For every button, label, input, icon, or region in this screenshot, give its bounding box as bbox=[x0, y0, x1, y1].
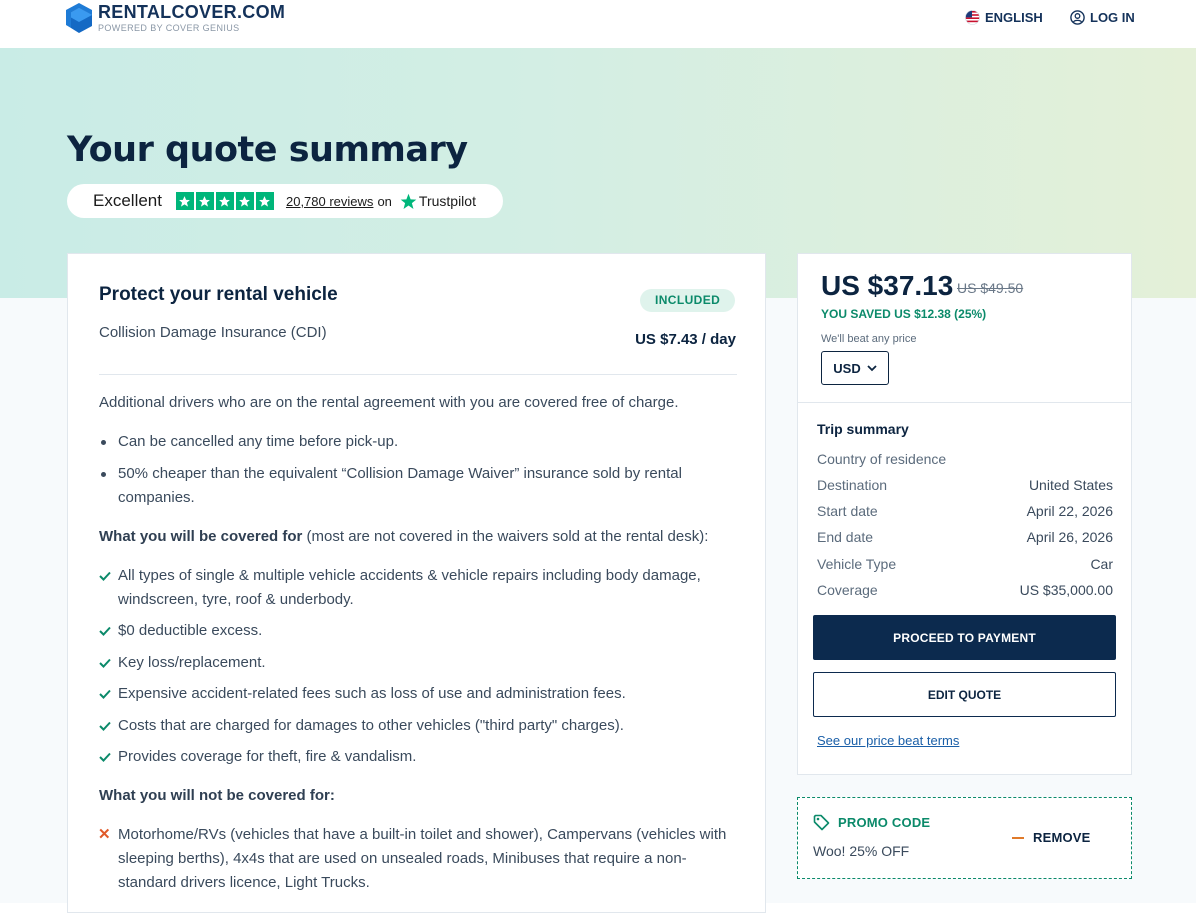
price-per-day: US $7.43 / day bbox=[635, 331, 736, 348]
trip-row: Vehicle Type Car bbox=[817, 556, 1113, 572]
brand-logo[interactable]: RENTALCOVER.COM POWERED BY COVER GENIUS bbox=[66, 3, 285, 33]
trip-row: Coverage US $35,000.00 bbox=[817, 582, 1113, 598]
trustpilot-brand: Trustpilot bbox=[418, 193, 476, 209]
coverage-title: Protect your rental vehicle bbox=[99, 284, 338, 305]
covered-item: Expensive accident-related fees such as … bbox=[99, 682, 739, 706]
chevron-down-icon bbox=[867, 364, 877, 371]
not-covered-item: ✕ Motorhome/RVs (vehicles that have a bu… bbox=[98, 823, 739, 895]
trustpilot-logo: Trustpilot bbox=[400, 193, 476, 210]
coverage-intro: Additional drivers who are on the rental… bbox=[99, 394, 679, 411]
covered-item: Costs that are charged for damages to ot… bbox=[99, 714, 739, 738]
brand-subtitle: POWERED BY COVER GENIUS bbox=[98, 23, 240, 33]
check-icon bbox=[99, 689, 111, 699]
cross-icon: ✕ bbox=[98, 826, 111, 843]
login-link[interactable]: LOG IN bbox=[1070, 10, 1135, 25]
covered-item: All types of single & multiple vehicle a… bbox=[99, 564, 739, 612]
check-icon bbox=[99, 658, 111, 668]
check-icon bbox=[99, 571, 111, 581]
covered-item: Key loss/replacement. bbox=[99, 651, 739, 675]
card-divider bbox=[99, 374, 737, 375]
promo-code-label: PROMO CODE bbox=[813, 814, 930, 831]
currency-select[interactable]: USD bbox=[821, 351, 889, 385]
star-icon bbox=[235, 192, 254, 210]
quote-summary-panel: US $37.13 US $49.50 YOU SAVED US $12.38 … bbox=[797, 253, 1132, 775]
user-icon bbox=[1070, 10, 1085, 25]
trustpilot-rating-word: Excellent bbox=[93, 191, 162, 210]
brand-name: RENTALCOVER.COM bbox=[98, 2, 286, 22]
savings-text: YOU SAVED US $12.38 (25%) bbox=[821, 307, 987, 321]
trip-summary-title: Trip summary bbox=[817, 421, 909, 437]
trustpilot-widget[interactable]: Excellent 20,780 reviews on Trustpilot bbox=[67, 184, 503, 218]
minus-icon bbox=[1012, 836, 1024, 839]
us-flag-icon bbox=[965, 10, 980, 25]
star-icon bbox=[195, 192, 214, 210]
covered-heading: What you will be covered for (most are n… bbox=[99, 528, 709, 545]
check-icon bbox=[99, 626, 111, 636]
currency-value: USD bbox=[833, 360, 861, 376]
trip-row: End date April 26, 2026 bbox=[817, 529, 1113, 545]
star-icon bbox=[215, 192, 234, 210]
price-beat-text: We'll beat any price bbox=[821, 333, 917, 345]
trustpilot-review-count[interactable]: 20,780 reviews bbox=[286, 194, 373, 209]
included-badge: INCLUDED bbox=[640, 289, 736, 312]
list-item: Can be cancelled any time before pick-up… bbox=[99, 430, 739, 454]
proceed-to-payment-button[interactable]: PROCEED TO PAYMENT bbox=[813, 615, 1116, 660]
site-header: RENTALCOVER.COM POWERED BY COVER GENIUS … bbox=[0, 0, 1196, 48]
trip-row: Country of residence bbox=[817, 451, 947, 467]
trip-row: Destination United States bbox=[817, 477, 1113, 493]
check-icon bbox=[99, 721, 111, 731]
summary-divider bbox=[798, 402, 1131, 403]
total-price: US $37.13 bbox=[821, 270, 954, 301]
bullet-icon bbox=[101, 472, 106, 477]
not-covered-heading: What you will not be covered for: bbox=[99, 787, 335, 804]
list-item: 50% cheaper than the equivalent “Collisi… bbox=[99, 462, 739, 510]
tag-icon bbox=[813, 814, 830, 831]
star-icon bbox=[175, 192, 194, 210]
page-title: Your quote summary bbox=[67, 130, 468, 170]
brand-mark-icon bbox=[66, 3, 92, 33]
edit-quote-button[interactable]: EDIT QUOTE bbox=[813, 672, 1116, 717]
coverage-card: Protect your rental vehicle Collision Da… bbox=[67, 253, 766, 913]
remove-promo-button[interactable]: REMOVE bbox=[1012, 830, 1091, 845]
trip-row: Start date April 22, 2026 bbox=[817, 503, 1113, 519]
check-icon bbox=[99, 752, 111, 762]
coverage-subtitle: Collision Damage Insurance (CDI) bbox=[99, 324, 327, 341]
language-label: ENGLISH bbox=[985, 10, 1043, 25]
trustpilot-on-text: on bbox=[377, 193, 392, 209]
trustpilot-stars bbox=[175, 192, 276, 210]
price-beat-terms-link[interactable]: See our price beat terms bbox=[817, 733, 959, 748]
original-price: US $49.50 bbox=[957, 280, 1024, 296]
login-label: LOG IN bbox=[1090, 10, 1135, 25]
language-selector[interactable]: ENGLISH bbox=[965, 10, 1043, 25]
trustpilot-star-icon bbox=[400, 193, 417, 209]
bullet-icon bbox=[101, 440, 106, 445]
covered-item: $0 deductible excess. bbox=[99, 619, 739, 643]
promo-code-box: PROMO CODE Woo! 25% OFF REMOVE bbox=[797, 797, 1132, 879]
promo-code-value: Woo! 25% OFF bbox=[813, 843, 910, 859]
covered-item: Provides coverage for theft, fire & vand… bbox=[99, 745, 739, 769]
star-icon bbox=[255, 192, 274, 210]
